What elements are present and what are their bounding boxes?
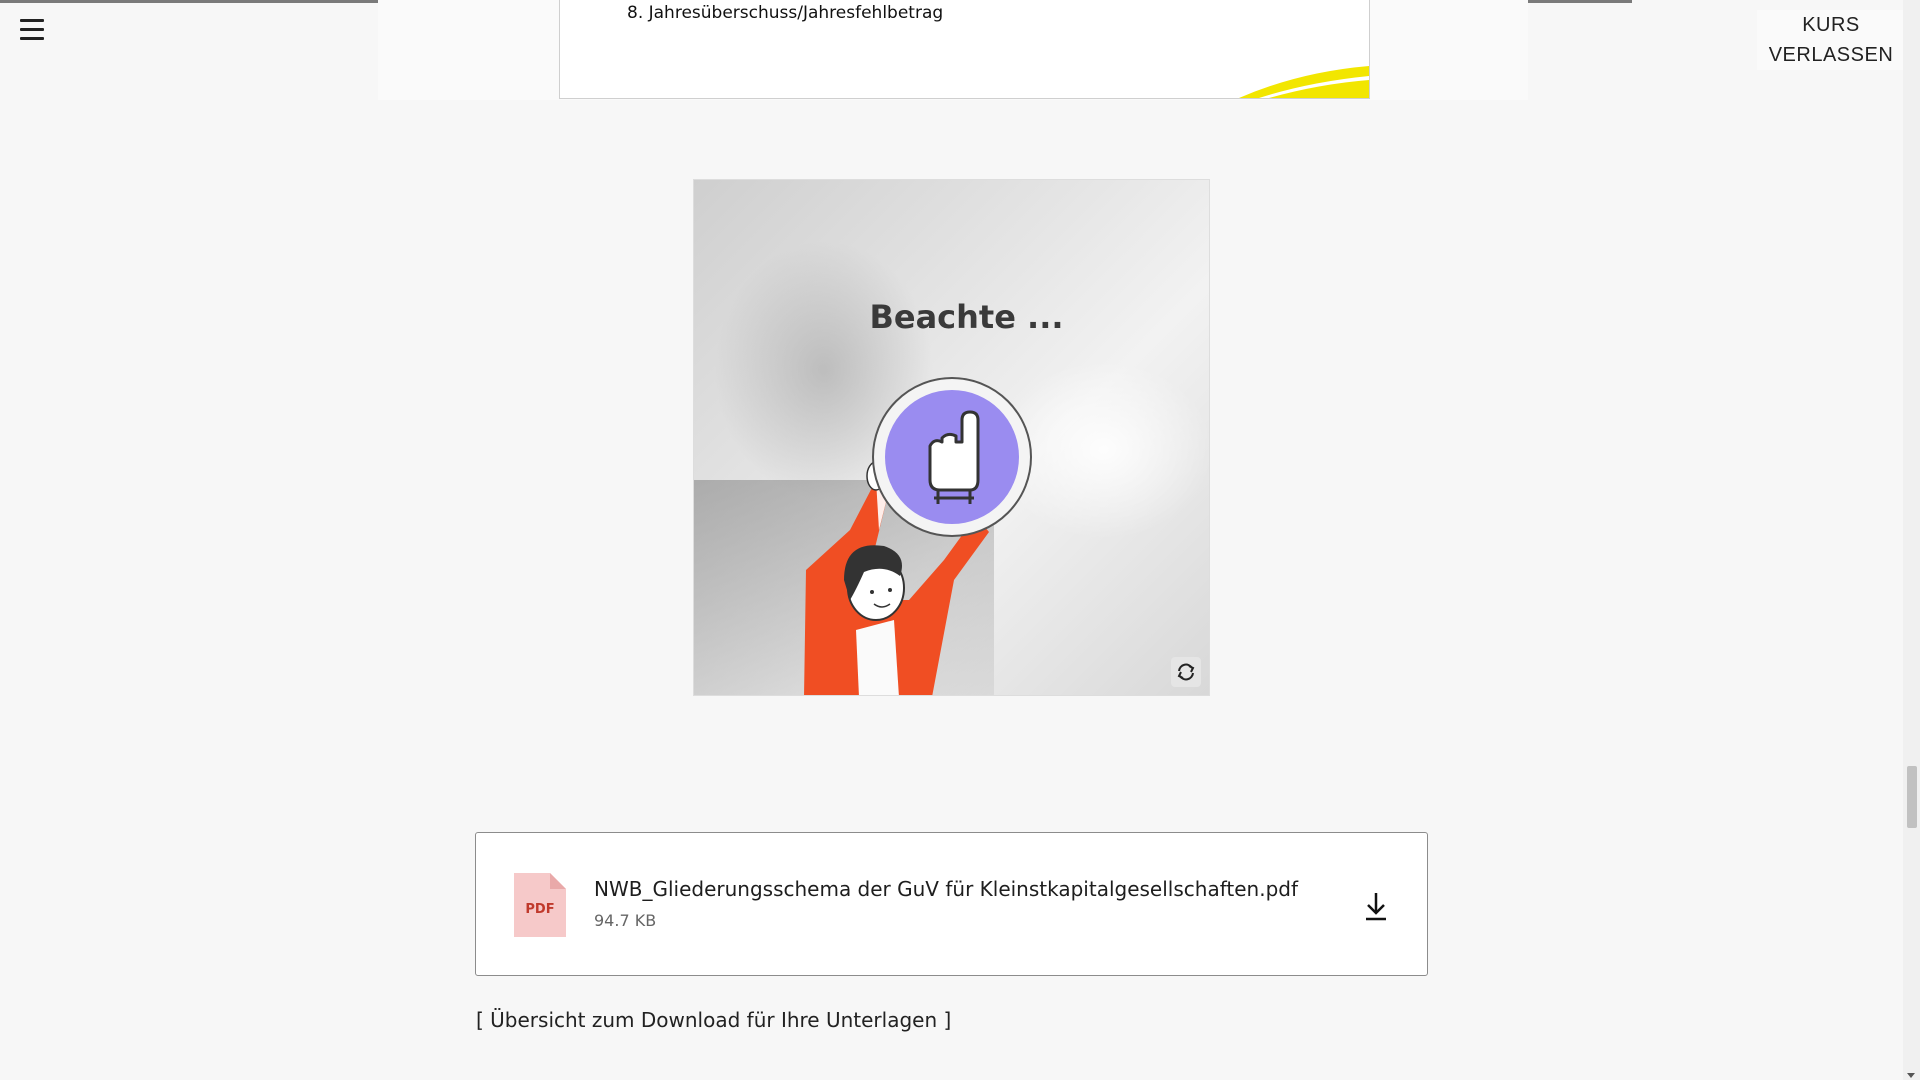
scroll-down-arrow-icon[interactable] [1907,1073,1915,1078]
download-icon[interactable] [1361,889,1391,923]
pdf-file-icon: PDF [514,873,566,937]
attachment-download-box[interactable]: PDF NWB_Gliederungsschema der GuV für Kl… [475,832,1428,976]
flip-card[interactable]: Beachte ... [693,179,1210,696]
exit-label-line1: KURS [1802,14,1860,36]
brand-swoosh-icon [1239,66,1369,98]
slide-image: 8. Jahresüberschuss/Jahresfehlbetrag [559,0,1370,99]
download-overview-link[interactable]: [ Übersicht zum Download für Ihre Unterl… [476,1008,951,1032]
pdf-label: PDF [525,902,554,917]
exit-label-line2: VERLASSEN [1768,44,1894,66]
slide-item-text: 8. Jahresüberschuss/Jahresfehlbetrag [627,3,944,23]
file-name: NWB_Gliederungsschema der GuV für Kleins… [594,877,1298,901]
file-size: 94.7 KB [594,911,657,930]
person-holding-sign-illustration [804,377,1032,695]
exit-course-button[interactable]: KURS VERLASSEN [1757,10,1905,70]
page-scrollbar[interactable] [1903,0,1920,1080]
scrollbar-thumb[interactable] [1907,766,1917,828]
flip-refresh-icon [1177,663,1195,681]
hamburger-menu-icon[interactable] [12,12,52,46]
flip-card-button[interactable] [1171,657,1201,687]
